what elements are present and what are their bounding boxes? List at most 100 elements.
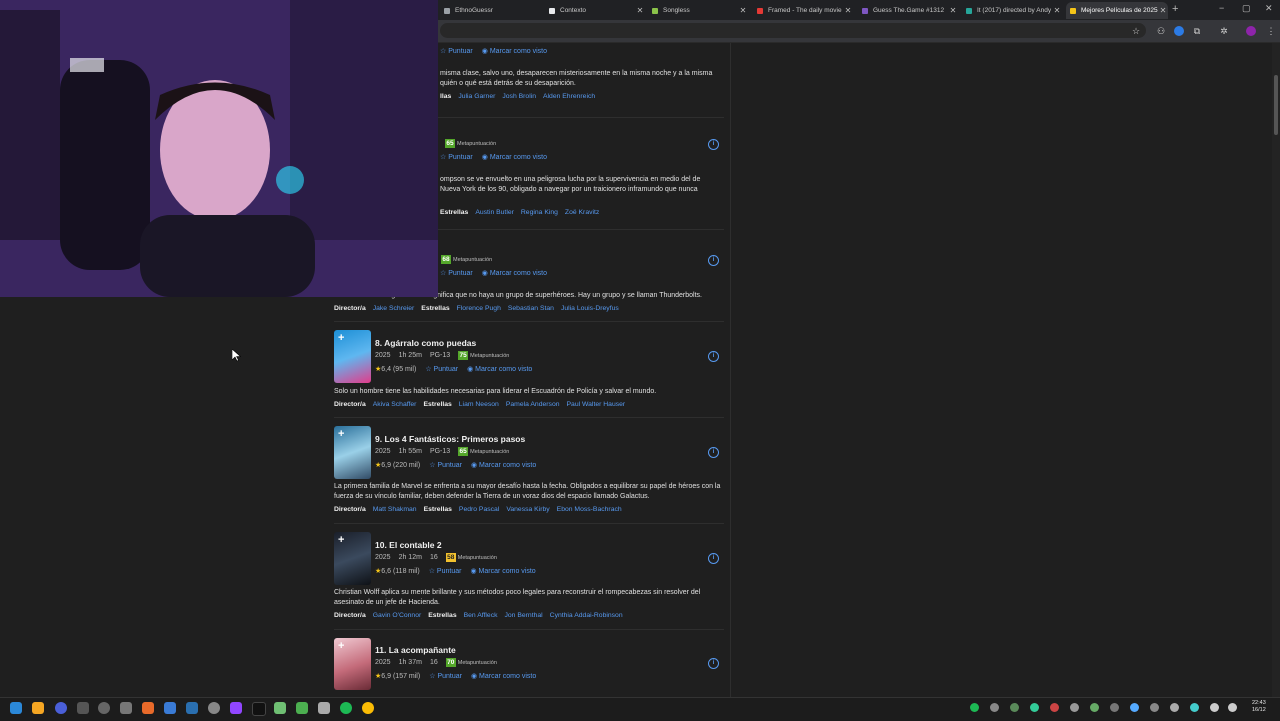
app-icon[interactable] [318, 702, 330, 714]
bookmark-star-icon[interactable]: ☆ [1131, 26, 1141, 36]
tray-icon[interactable] [990, 703, 999, 712]
extension-icon[interactable] [1174, 26, 1184, 36]
app-icon[interactable] [208, 702, 220, 714]
tray-icon[interactable] [1170, 703, 1179, 712]
add-watchlist-button[interactable]: + [338, 428, 344, 440]
window-close-button[interactable]: ✕ [1265, 3, 1273, 14]
director-link[interactable]: Gavin O'Connor [373, 612, 422, 619]
chrome-icon[interactable] [362, 702, 374, 714]
puzzle-icon[interactable]: ⧉ [1192, 26, 1202, 36]
new-tab-button[interactable]: + [1172, 3, 1178, 15]
movie-title[interactable]: 11. La acompañante [375, 645, 456, 655]
rate-button[interactable]: ☆ Puntuar [440, 269, 473, 277]
mark-watched-button[interactable]: ◉ Marcar como visto [471, 461, 536, 469]
rate-button[interactable]: ☆ Puntuar [440, 47, 473, 55]
tab-contexto[interactable]: Contexto ✕ [545, 2, 645, 19]
spotify-icon[interactable] [340, 702, 352, 714]
wifi-icon[interactable] [1210, 703, 1219, 712]
star-link[interactable]: Pedro Pascal [459, 506, 499, 513]
star-link[interactable]: Josh Brolin [502, 93, 536, 100]
scrollbar-thumb[interactable] [1274, 75, 1278, 135]
mark-watched-button[interactable]: ◉ Marcar como visto [467, 365, 532, 373]
info-icon[interactable]: i [708, 255, 719, 266]
tiktok-icon[interactable] [252, 702, 266, 716]
tab-ethnoguessr[interactable]: EthnoGuessr [440, 2, 543, 19]
app-icon[interactable] [77, 702, 89, 714]
menu-icon[interactable]: ⋮ [1266, 26, 1276, 36]
tray-icon[interactable] [1070, 703, 1079, 712]
info-icon[interactable]: i [708, 658, 719, 669]
star-link[interactable]: Cynthia Addai-Robinson [550, 612, 623, 619]
mark-watched-button[interactable]: ◉ Marcar como visto [471, 672, 536, 680]
movie-title[interactable]: 9. Los 4 Fantásticos: Primeros pasos [375, 434, 525, 444]
director-link[interactable]: Matt Shakman [373, 506, 417, 513]
close-icon[interactable]: ✕ [1052, 6, 1062, 15]
extension-icon[interactable]: ⚇ [1156, 26, 1166, 36]
star-link[interactable]: Julia Louis-Dreyfus [561, 305, 619, 312]
tray-spotify-icon[interactable] [970, 703, 979, 712]
tab-guess-the-game[interactable]: Guess The.Game #1312 ✕ [858, 2, 958, 19]
rate-button[interactable]: ☆ Puntuar [429, 672, 462, 680]
add-watchlist-button[interactable]: + [338, 534, 344, 546]
add-watchlist-button[interactable]: + [338, 640, 344, 652]
avatar[interactable] [1246, 26, 1256, 36]
star-link[interactable]: Alden Ehrenreich [543, 93, 595, 100]
tray-icon[interactable] [1150, 703, 1159, 712]
search-icon[interactable] [32, 702, 44, 714]
tray-icon[interactable] [1030, 703, 1039, 712]
system-clock[interactable]: 22:43 16/12 [1252, 700, 1266, 714]
movie-poster[interactable]: + [334, 638, 371, 690]
close-icon[interactable]: ✕ [843, 6, 853, 15]
star-link[interactable]: Ebon Moss-Bachrach [557, 506, 622, 513]
info-icon[interactable]: i [708, 351, 719, 362]
movie-poster[interactable]: + [334, 532, 371, 585]
app-icon[interactable] [142, 702, 154, 714]
tray-icon[interactable] [1050, 703, 1059, 712]
close-icon[interactable]: ✕ [948, 6, 958, 15]
close-icon[interactable]: ✕ [635, 6, 645, 15]
star-link[interactable]: Zoë Kravitz [565, 209, 599, 216]
star-link[interactable]: Regina King [521, 209, 558, 216]
info-icon[interactable]: i [708, 447, 719, 458]
tab-songless[interactable]: Songless ✕ [648, 2, 748, 19]
tab-it-2017[interactable]: It (2017) directed by Andy ✕ [962, 2, 1062, 19]
mark-watched-button[interactable]: ◉ Marcar como visto [482, 47, 547, 55]
star-link[interactable]: Vanessa Kirby [506, 506, 549, 513]
info-icon[interactable]: i [708, 139, 719, 150]
app-icon[interactable] [98, 702, 110, 714]
star-link[interactable]: Sebastian Stan [508, 305, 554, 312]
address-bar[interactable] [440, 23, 1146, 38]
movie-poster[interactable]: + [334, 426, 371, 479]
star-link[interactable]: Liam Neeson [459, 401, 499, 408]
minimize-button[interactable]: − [1219, 3, 1224, 13]
start-icon[interactable] [10, 702, 22, 714]
star-link[interactable]: Austin Butler [475, 209, 514, 216]
rate-button[interactable]: ☆ Puntuar [429, 567, 462, 575]
mark-watched-button[interactable]: ◉ Marcar como visto [482, 269, 547, 277]
tab-mejores-peliculas[interactable]: Mejores Películas de 2025 ✕ [1066, 2, 1168, 19]
maximize-button[interactable]: ▢ [1242, 3, 1251, 14]
volume-icon[interactable] [1228, 703, 1237, 712]
mark-watched-button[interactable]: ◉ Marcar como visto [482, 153, 547, 161]
info-icon[interactable]: i [708, 553, 719, 564]
movie-title[interactable]: 10. El contable 2 [375, 540, 442, 550]
tray-icon[interactable] [1090, 703, 1099, 712]
twitch-icon[interactable] [230, 702, 242, 714]
tray-icon[interactable] [1110, 703, 1119, 712]
tab-framed[interactable]: Framed - The daily movie ✕ [753, 2, 853, 19]
app-icon[interactable] [274, 702, 286, 714]
tray-icon[interactable] [1130, 703, 1139, 712]
tray-icon[interactable] [1190, 703, 1199, 712]
app-icon[interactable] [55, 702, 67, 714]
rate-button[interactable]: ☆ Puntuar [425, 365, 458, 373]
rate-button[interactable]: ☆ Puntuar [429, 461, 462, 469]
star-link[interactable]: Pamela Anderson [506, 401, 560, 408]
star-link[interactable]: Julia Garner [458, 93, 495, 100]
director-link[interactable]: Akiva Schaffer [373, 401, 417, 408]
movie-title[interactable]: 8. Agárralo como puedas [375, 338, 476, 348]
app-icon[interactable] [186, 702, 198, 714]
app-icon[interactable] [164, 702, 176, 714]
scrollbar[interactable] [1272, 43, 1280, 697]
star-link[interactable]: Paul Walter Hauser [567, 401, 626, 408]
star-link[interactable]: Jon Bernthal [505, 612, 543, 619]
